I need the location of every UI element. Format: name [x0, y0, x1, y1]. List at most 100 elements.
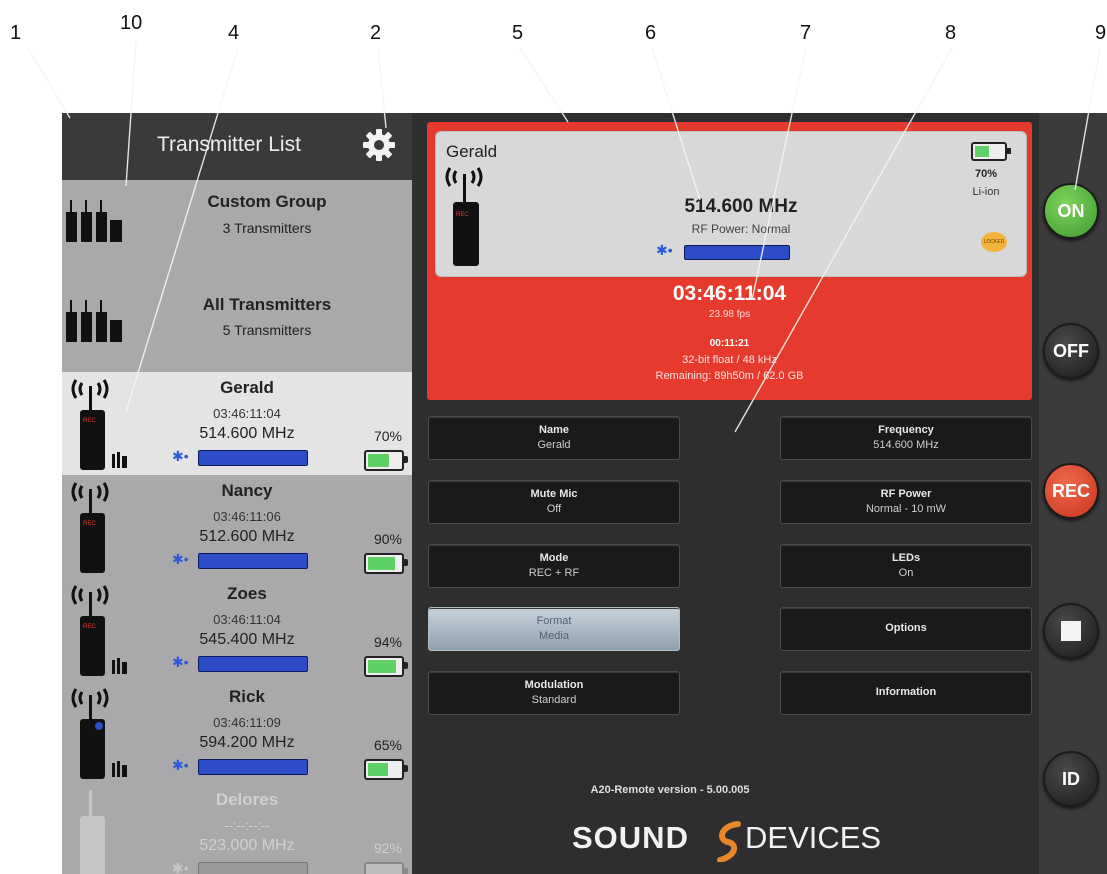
record-elapsed-time: 00:11:21 — [709, 338, 750, 349]
transmitter-timecode: 03:46:11:04 — [213, 612, 281, 627]
list-item-transmitter-zoes[interactable]: REC Zoes 03:46:11:04 545.400 MHz 94% ✱• — [62, 578, 412, 681]
sound-devices-logo: SOUND DEVICES — [560, 814, 890, 864]
logo-swirl-icon — [717, 821, 741, 862]
list-item-transmitter-rick[interactable]: Rick 03:46:11:09 594.200 MHz 65% ✱• — [62, 681, 412, 784]
battery-icon — [364, 862, 408, 874]
record-format: 32-bit float / 48 kHz — [682, 354, 777, 366]
information-button[interactable]: Information — [780, 671, 1032, 715]
format-media-button[interactable]: Format Media — [428, 607, 680, 651]
battery-percent: 90% — [373, 531, 402, 547]
frame-rate: 23.98 fps — [708, 309, 751, 320]
transmitter-frequency: 545.400 MHz — [199, 631, 295, 648]
card-frequency: 514.600 MHz — [684, 196, 798, 217]
mute-mic-value: Off — [546, 503, 562, 515]
mode-button[interactable]: Mode REC + RF — [428, 544, 680, 588]
rf-power-label: RF Power — [880, 488, 932, 500]
bluetooth-icon: ✱• — [172, 551, 189, 567]
record-button[interactable]: REC — [1043, 463, 1099, 519]
identify-button[interactable]: ID — [1043, 751, 1099, 807]
mute-mic-label: Mute Mic — [530, 488, 578, 500]
transmitter-frequency: 594.200 MHz — [199, 734, 295, 751]
timecode-display: 03:46:11:04 — [672, 282, 787, 305]
battery-percent: 94% — [373, 634, 402, 650]
transmitter-timecode: 03:46:11:06 — [213, 509, 281, 524]
gear-icon[interactable] — [362, 128, 396, 162]
audio-level-bar — [198, 862, 308, 874]
transmitter-timecode: 03:46:11:09 — [213, 715, 281, 730]
audio-level-bar — [198, 553, 308, 569]
record-remaining: Remaining: 89h50m / 62.0 GB — [655, 370, 804, 382]
transmitter-rec-icon: REC — [71, 585, 127, 676]
callout-5: 5 — [512, 22, 524, 44]
callout-10: 10 — [120, 12, 143, 34]
transmitter-name: Gerald — [220, 378, 274, 397]
transmitter-name: Rick — [229, 687, 265, 706]
stop-icon — [1061, 621, 1081, 641]
battery-icon — [971, 142, 1011, 161]
transmitter-summary-card[interactable]: Gerald REC 514.600 MHz RF Power: Normal … — [435, 131, 1027, 277]
battery-icon — [364, 553, 408, 574]
options-label: Options — [885, 622, 927, 634]
transmitter-name: Nancy — [221, 481, 273, 500]
frequency-value: 514.600 MHz — [873, 439, 939, 451]
card-rf-power: RF Power: Normal — [691, 222, 791, 236]
logo-text-devices: DEVICES — [745, 820, 882, 855]
mode-value: REC + RF — [528, 567, 580, 579]
mute-mic-button[interactable]: Mute Mic Off — [428, 480, 680, 524]
list-item-transmitter-delores[interactable]: Delores --:--:--:-- 523.000 MHz 92% ✱• — [62, 784, 412, 874]
modulation-button[interactable]: Modulation Standard — [428, 671, 680, 715]
logo-text-sound: SOUND — [572, 820, 689, 855]
options-button[interactable]: Options — [780, 607, 1032, 651]
callout-6: 6 — [645, 22, 657, 44]
transmitter-timecode: 03:46:11:04 — [213, 406, 281, 421]
audio-level-bar — [198, 656, 308, 672]
group-title: All Transmitters — [202, 295, 332, 314]
frequency-button[interactable]: Frequency 514.600 MHz — [780, 416, 1032, 460]
battery-icon — [364, 450, 408, 471]
rf-power-button[interactable]: RF Power Normal - 10 mW — [780, 480, 1032, 524]
group-subtitle: 3 Transmitters — [222, 220, 312, 236]
battery-percent: 70% — [373, 428, 402, 444]
leds-value: On — [898, 567, 914, 579]
information-label: Information — [875, 686, 937, 698]
group-title: Custom Group — [207, 192, 327, 211]
transmitter-rec-icon: REC — [445, 167, 483, 266]
battery-percent: 65% — [373, 737, 402, 753]
audio-level-bar — [684, 245, 790, 260]
svg-text:REC: REC — [83, 624, 96, 630]
format-label: Format — [536, 615, 572, 627]
transmitter-list-title: Transmitter List — [157, 133, 301, 156]
svg-text:REC: REC — [83, 418, 96, 424]
card-battery-percent: 70% — [974, 168, 998, 180]
transmitter-name: Delores — [215, 790, 279, 809]
name-button-value: Gerald — [537, 439, 571, 451]
battery-icon — [364, 656, 408, 677]
power-off-button[interactable]: OFF — [1043, 323, 1099, 379]
list-item-custom-group[interactable]: Custom Group 3 Transmitters — [62, 180, 412, 270]
transmitter-rec-icon: REC — [71, 482, 109, 573]
list-item-transmitter-gerald[interactable]: REC Gerald 03:46:11:04 514.600 MHz 70% ✱… — [62, 372, 412, 475]
list-item-transmitter-nancy[interactable]: REC Nancy 03:46:11:06 512.600 MHz 90% ✱• — [62, 475, 412, 578]
callout-9: 9 — [1095, 22, 1107, 44]
transmitter-frequency: 514.600 MHz — [199, 425, 295, 442]
stop-button[interactable] — [1043, 603, 1099, 659]
bluetooth-icon: ✱• — [172, 448, 189, 464]
transmitter-group-icon — [66, 300, 122, 342]
callout-7: 7 — [800, 22, 812, 44]
transmitter-inactive-icon — [80, 790, 105, 874]
leds-button[interactable]: LEDs On — [780, 544, 1032, 588]
power-on-button[interactable]: ON — [1043, 183, 1099, 239]
svg-text:REC: REC — [456, 212, 469, 218]
audio-level-bar — [198, 450, 308, 466]
transmitter-frequency: 512.600 MHz — [199, 528, 295, 545]
name-button-label: Name — [539, 424, 569, 436]
frequency-label: Frequency — [878, 424, 934, 436]
list-item-all-transmitters[interactable]: All Transmitters 5 Transmitters — [62, 270, 412, 372]
rf-power-value: Normal - 10 mW — [865, 503, 947, 515]
battery-icon — [364, 759, 408, 780]
bluetooth-icon: ✱• — [172, 757, 189, 773]
app-version: A20-Remote version - 5.00.005 — [590, 784, 750, 796]
transmitter-list-header: Transmitter List — [62, 113, 412, 180]
format-value: Media — [539, 630, 569, 642]
name-button[interactable]: Name Gerald — [428, 416, 680, 460]
